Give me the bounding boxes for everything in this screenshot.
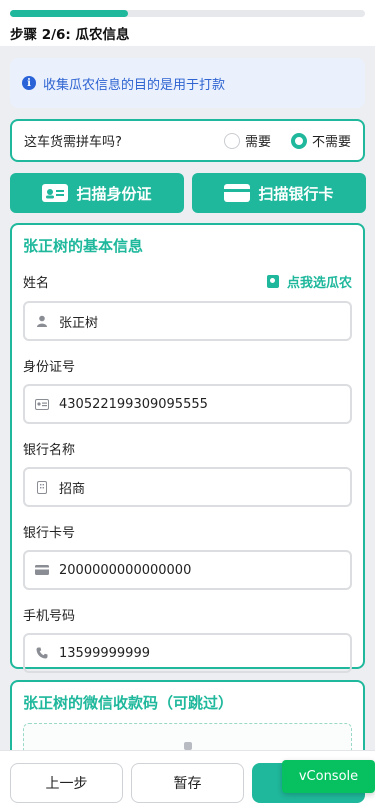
- progress-fill: [10, 10, 129, 17]
- carpool-option-no-label: 不需要: [311, 135, 351, 150]
- carpool-row: 这车货需拼车吗? 需要 不需要: [10, 119, 365, 162]
- basic-info-title: 张正树的基本信息: [23, 237, 144, 255]
- wechat-qr-title: 张正树的微信收款码（可跳过）: [23, 694, 234, 712]
- phone-icon: [35, 647, 49, 659]
- info-notice: i 收集瓜农信息的目的是用于打款: [10, 58, 365, 108]
- info-icon: i: [22, 76, 36, 90]
- step-title: 步骤 2/6: 瓜农信息: [10, 27, 130, 43]
- card-number-label: 银行卡号: [23, 526, 76, 541]
- carpool-option-yes-label: 需要: [244, 135, 271, 150]
- bank-name-field[interactable]: 招商: [23, 467, 352, 507]
- scan-bank-button[interactable]: 扫描银行卡: [192, 173, 366, 213]
- carpool-option-yes[interactable]: 需要: [223, 131, 271, 150]
- pick-farmer-link[interactable]: 点我选瓜农: [266, 272, 352, 291]
- carpool-option-no[interactable]: 不需要: [290, 131, 351, 150]
- bank-name-value: 招商: [59, 481, 86, 497]
- previous-step-button[interactable]: 上一步: [10, 763, 123, 803]
- card-number-field[interactable]: 2000000000000000: [23, 550, 352, 590]
- name-label: 姓名: [23, 275, 50, 291]
- contact-card-icon: [266, 274, 279, 288]
- name-label-row: 姓名 点我选瓜农: [23, 271, 352, 291]
- id-number-field[interactable]: 430522199309095555: [23, 384, 352, 424]
- vconsole-button[interactable]: vConsole: [282, 760, 375, 793]
- user-icon: [35, 315, 49, 327]
- credit-card-icon: [35, 564, 49, 576]
- name-value: 张正树: [59, 315, 99, 331]
- bank-icon: [35, 480, 49, 494]
- scan-idcard-label: 扫描身份证: [76, 184, 152, 203]
- upload-icon: [184, 742, 192, 750]
- scan-bank-label: 扫描银行卡: [258, 184, 334, 203]
- scan-idcard-button[interactable]: 扫描身份证: [10, 173, 184, 213]
- phone-field[interactable]: 13599999999: [23, 633, 352, 673]
- card-number-value: 2000000000000000: [59, 562, 192, 578]
- name-field[interactable]: 张正树: [23, 301, 352, 341]
- phone-label: 手机号码: [23, 609, 76, 624]
- bank-name-label: 银行名称: [23, 443, 76, 458]
- id-number-label: 身份证号: [23, 360, 76, 375]
- id-card-icon: [42, 184, 69, 202]
- bank-card-icon: [224, 184, 251, 202]
- radio-unchecked-icon[interactable]: [223, 132, 240, 149]
- save-draft-button[interactable]: 暂存: [131, 763, 244, 803]
- progress-header: 步骤 2/6: 瓜农信息: [0, 0, 375, 46]
- notice-text: 收集瓜农信息的目的是用于打款: [43, 77, 226, 93]
- basic-info-card: 张正树的基本信息 姓名 点我选瓜农 张正树 身份证号 4305221993090…: [10, 223, 365, 673]
- id-card-icon: [35, 398, 49, 410]
- radio-checked-icon[interactable]: [290, 132, 307, 149]
- pick-farmer-label: 点我选瓜农: [286, 275, 352, 291]
- progress-track: [10, 10, 365, 17]
- carpool-question: 这车货需拼车吗?: [24, 135, 122, 150]
- phone-value: 13599999999: [59, 645, 150, 661]
- id-number-value: 430522199309095555: [59, 396, 208, 412]
